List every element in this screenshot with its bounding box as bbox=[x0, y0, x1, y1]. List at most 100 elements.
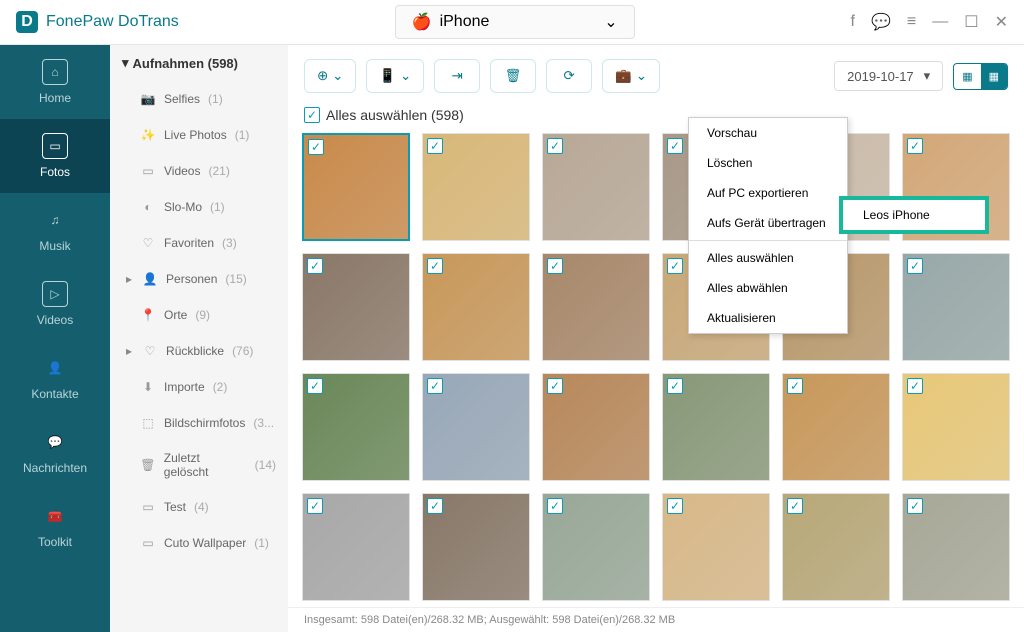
photo-thumbnail[interactable]: ✓ bbox=[302, 493, 410, 601]
thumbnail-checkbox[interactable]: ✓ bbox=[787, 378, 803, 394]
photo-thumbnail[interactable]: ✓ bbox=[902, 493, 1010, 601]
photo-thumbnail[interactable]: ✓ bbox=[422, 253, 530, 361]
sidebar-item[interactable]: 📍Orte (9) bbox=[110, 297, 288, 333]
nav-videos[interactable]: ▷ Videos bbox=[0, 267, 110, 341]
sidebar-item[interactable]: ⬚Bildschirmfotos (3... bbox=[110, 405, 288, 441]
photo-thumbnail[interactable]: ✓ bbox=[422, 133, 530, 241]
thumbnail-checkbox[interactable]: ✓ bbox=[667, 378, 683, 394]
sidebar-item[interactable]: ✨Live Photos (1) bbox=[110, 117, 288, 153]
photo-thumbnail[interactable]: ✓ bbox=[662, 373, 770, 481]
ctx-select-all[interactable]: Alles auswählen bbox=[689, 243, 847, 273]
thumbnail-checkbox[interactable]: ✓ bbox=[308, 139, 324, 155]
photo-thumbnail[interactable]: ✓ bbox=[302, 373, 410, 481]
ctx-transfer[interactable]: Aufs Gerät übertragen bbox=[689, 208, 847, 238]
toolbox-button[interactable]: 💼⌄ bbox=[602, 59, 660, 93]
thumbnail-checkbox[interactable]: ✓ bbox=[307, 378, 323, 394]
thumbnail-checkbox[interactable]: ✓ bbox=[547, 138, 563, 154]
thumbnail-checkbox[interactable]: ✓ bbox=[547, 378, 563, 394]
minimize-button[interactable]: — bbox=[932, 13, 948, 31]
photo-thumbnail[interactable]: ✓ bbox=[422, 493, 530, 601]
thumbnail-checkbox[interactable]: ✓ bbox=[427, 258, 443, 274]
sidebar-item[interactable]: ▭Test (4) bbox=[110, 489, 288, 525]
date-filter[interactable]: 2019-10-17 ▾ bbox=[834, 61, 943, 91]
album-count: (1) bbox=[235, 128, 250, 142]
thumbnail-checkbox[interactable]: ✓ bbox=[307, 258, 323, 274]
nav-contacts[interactable]: 👤 Kontakte bbox=[0, 341, 110, 415]
list-view-icon[interactable]: ▦ bbox=[981, 64, 1007, 89]
view-toggle[interactable]: ▦ ▦ bbox=[953, 63, 1008, 90]
album-sidebar: ▾ Aufnahmen (598) 📷Selfies (1)✨Live Phot… bbox=[110, 45, 288, 632]
photo-thumbnail[interactable]: ✓ bbox=[782, 493, 890, 601]
feedback-icon[interactable]: 💬 bbox=[871, 12, 891, 32]
sidebar-item[interactable]: ▸♡Rückblicke (76) bbox=[110, 333, 288, 369]
export-button[interactable]: ⇥ bbox=[434, 59, 480, 93]
sidebar-item[interactable]: ▭Videos (21) bbox=[110, 153, 288, 189]
photo-thumbnail[interactable]: ✓ bbox=[902, 253, 1010, 361]
device-selector[interactable]: 🍎 iPhone ⌄ bbox=[395, 5, 635, 39]
thumbnail-checkbox[interactable]: ✓ bbox=[547, 258, 563, 274]
thumbnail-checkbox[interactable]: ✓ bbox=[787, 498, 803, 514]
photo-thumbnail[interactable]: ✓ bbox=[422, 373, 530, 481]
nav-messages[interactable]: 💬 Nachrichten bbox=[0, 415, 110, 489]
ctx-delete[interactable]: Löschen bbox=[689, 148, 847, 178]
photo-thumbnail[interactable]: ✓ bbox=[542, 253, 650, 361]
album-label: Test bbox=[164, 500, 186, 514]
thumbnail-checkbox[interactable]: ✓ bbox=[547, 498, 563, 514]
to-device-button[interactable]: 📱⌄ bbox=[366, 59, 424, 93]
ctx-export[interactable]: Auf PC exportieren bbox=[689, 178, 847, 208]
facebook-icon[interactable]: f bbox=[851, 13, 855, 31]
nav-music[interactable]: ♫ Musik bbox=[0, 193, 110, 267]
album-icon: ◐ bbox=[140, 199, 156, 215]
sidebar-item[interactable]: 📷Selfies (1) bbox=[110, 81, 288, 117]
sidebar-item[interactable]: ⬇Importe (2) bbox=[110, 369, 288, 405]
album-label: Importe bbox=[164, 380, 205, 394]
thumbnail-checkbox[interactable]: ✓ bbox=[427, 498, 443, 514]
ctx-preview[interactable]: Vorschau bbox=[689, 118, 847, 148]
thumbnail-checkbox[interactable]: ✓ bbox=[907, 378, 923, 394]
ctx-deselect-all[interactable]: Alles abwählen bbox=[689, 273, 847, 303]
sidebar-item[interactable]: 🗑Zuletzt gelöscht (14) bbox=[110, 441, 288, 489]
photo-thumbnail[interactable]: ✓ bbox=[542, 133, 650, 241]
nav-home[interactable]: ⌂ Home bbox=[0, 45, 110, 119]
menu-icon[interactable]: ≡ bbox=[907, 13, 916, 31]
grid-view-icon[interactable]: ▦ bbox=[954, 64, 980, 89]
toolkit-icon: 🧰 bbox=[42, 503, 68, 529]
refresh-button[interactable]: ⟳ bbox=[546, 59, 592, 93]
thumbnail-checkbox[interactable]: ✓ bbox=[307, 498, 323, 514]
sidebar-item[interactable]: ▭Cuto Wallpaper (1) bbox=[110, 525, 288, 561]
photo-thumbnail[interactable]: ✓ bbox=[662, 493, 770, 601]
thumbnail-checkbox[interactable]: ✓ bbox=[907, 138, 923, 154]
thumbnail-checkbox[interactable]: ✓ bbox=[907, 258, 923, 274]
thumbnail-checkbox[interactable]: ✓ bbox=[667, 498, 683, 514]
thumbnail-checkbox[interactable]: ✓ bbox=[427, 138, 443, 154]
select-all-checkbox[interactable]: ✓ bbox=[304, 107, 320, 123]
toolbar: ⊕⌄ 📱⌄ ⇥ 🗑 ⟳ 💼⌄ 2019-10-17 ▾ ▦ ▦ bbox=[288, 45, 1024, 107]
select-all-row[interactable]: ✓ Alles auswählen (598) bbox=[288, 107, 1024, 133]
thumbnail-checkbox[interactable]: ✓ bbox=[667, 138, 683, 154]
submenu-device[interactable]: Leos iPhone bbox=[863, 208, 965, 222]
album-label: Favoriten bbox=[164, 236, 214, 250]
photo-thumbnail[interactable]: ✓ bbox=[542, 493, 650, 601]
close-button[interactable]: ✕ bbox=[995, 12, 1008, 32]
album-label: Live Photos bbox=[164, 128, 227, 142]
delete-button[interactable]: 🗑 bbox=[490, 59, 536, 93]
nav-photos[interactable]: ▭ Fotos bbox=[0, 119, 110, 193]
sidebar-item[interactable]: ♡Favoriten (3) bbox=[110, 225, 288, 261]
chevron-down-icon: ▾ bbox=[924, 68, 931, 84]
add-button[interactable]: ⊕⌄ bbox=[304, 59, 356, 93]
photo-thumbnail[interactable]: ✓ bbox=[542, 373, 650, 481]
thumbnail-checkbox[interactable]: ✓ bbox=[667, 258, 683, 274]
thumbnail-checkbox[interactable]: ✓ bbox=[427, 378, 443, 394]
photo-thumbnail[interactable]: ✓ bbox=[302, 133, 410, 241]
photo-thumbnail[interactable]: ✓ bbox=[902, 373, 1010, 481]
sidebar-item[interactable]: ◐Slo-Mo (1) bbox=[110, 189, 288, 225]
sidebar-header[interactable]: ▾ Aufnahmen (598) bbox=[110, 45, 288, 81]
maximize-button[interactable]: ☐ bbox=[964, 12, 978, 32]
photo-thumbnail[interactable]: ✓ bbox=[302, 253, 410, 361]
sidebar-item[interactable]: ▸👤Personen (15) bbox=[110, 261, 288, 297]
thumbnail-checkbox[interactable]: ✓ bbox=[907, 498, 923, 514]
album-count: (2) bbox=[213, 380, 228, 394]
nav-toolkit[interactable]: 🧰 Toolkit bbox=[0, 489, 110, 563]
ctx-refresh[interactable]: Aktualisieren bbox=[689, 303, 847, 333]
photo-thumbnail[interactable]: ✓ bbox=[782, 373, 890, 481]
